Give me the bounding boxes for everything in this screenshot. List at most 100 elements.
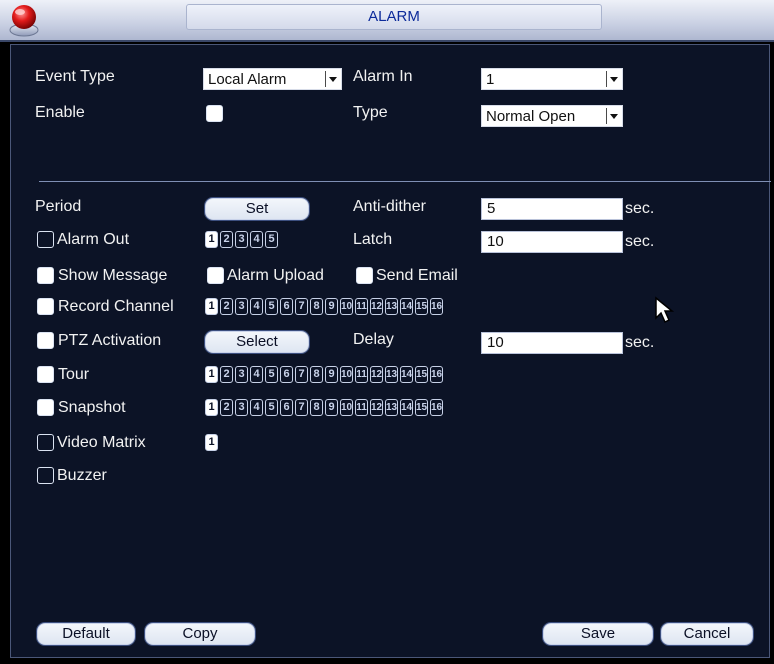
channel-toggle-12[interactable]: 12: [370, 366, 383, 383]
channel-toggle-6[interactable]: 6: [280, 298, 293, 315]
channel-toggle-2[interactable]: 2: [220, 231, 233, 248]
alarm-out-channels: 12345: [205, 231, 335, 248]
cancel-button[interactable]: Cancel: [661, 623, 753, 645]
type-select[interactable]: Normal Open: [481, 105, 623, 127]
tour-channels: 1 2 3 4 5 6 7 8 9 10 11 12 13 14 15 16: [205, 366, 605, 383]
red-orb-logo-icon: [9, 5, 39, 37]
snapshot-checkbox[interactable]: [37, 399, 54, 416]
channel-toggle-3[interactable]: 3: [235, 231, 248, 248]
ptz-activation-label: PTZ Activation: [58, 332, 162, 349]
latch-input[interactable]: 10: [481, 231, 623, 253]
video-matrix-checkbox[interactable]: [37, 434, 54, 451]
mouse-pointer-icon: [655, 296, 675, 324]
channel-toggle-1[interactable]: 1: [205, 231, 218, 248]
channel-toggle-9[interactable]: 9: [325, 399, 338, 416]
channel-toggle-15[interactable]: 15: [415, 366, 428, 383]
alarm-window: ALARM Event Type Local Alarm Alarm In 1 …: [0, 0, 774, 664]
channel-toggle-11[interactable]: 11: [355, 399, 368, 416]
channel-toggle-10[interactable]: 10: [340, 298, 353, 315]
channel-toggle-8[interactable]: 8: [310, 298, 323, 315]
channel-toggle-4[interactable]: 4: [250, 231, 263, 248]
channel-toggle-9[interactable]: 9: [325, 298, 338, 315]
alarm-in-value: 1: [486, 71, 495, 88]
channel-number-group: 12345: [205, 231, 278, 248]
channel-toggle-2[interactable]: 2: [220, 298, 233, 315]
channel-toggle-12[interactable]: 12: [370, 298, 383, 315]
period-label: Period: [35, 198, 82, 215]
channel-toggle-15[interactable]: 15: [415, 298, 428, 315]
channel-toggle-14[interactable]: 14: [400, 298, 413, 315]
channel-toggle-13[interactable]: 13: [385, 399, 398, 416]
ptz-activation-checkbox[interactable]: [37, 332, 54, 349]
ptz-select-button[interactable]: Select: [205, 331, 309, 353]
channel-toggle-11[interactable]: 11: [355, 298, 368, 315]
buzzer-checkbox[interactable]: [37, 467, 54, 484]
channel-toggle-4[interactable]: 4: [250, 399, 263, 416]
channel-toggle-16[interactable]: 16: [430, 366, 443, 383]
channel-toggle-12[interactable]: 12: [370, 399, 383, 416]
channel-toggle-9[interactable]: 9: [325, 366, 338, 383]
channel-toggle-5[interactable]: 5: [265, 366, 278, 383]
channel-toggle-7[interactable]: 7: [295, 298, 308, 315]
channel-toggle-16[interactable]: 16: [430, 298, 443, 315]
channel-toggle-13[interactable]: 13: [385, 298, 398, 315]
tour-checkbox[interactable]: [37, 366, 54, 383]
anti-dither-input[interactable]: 5: [481, 198, 623, 220]
channel-toggle-3[interactable]: 3: [235, 399, 248, 416]
chevron-down-icon: [606, 71, 620, 87]
save-button[interactable]: Save: [543, 623, 653, 645]
channel-toggle-10[interactable]: 10: [340, 399, 353, 416]
channel-toggle-2[interactable]: 2: [220, 399, 233, 416]
channel-toggle-2[interactable]: 2: [220, 366, 233, 383]
channel-toggle-14[interactable]: 14: [400, 399, 413, 416]
type-label: Type: [353, 104, 388, 121]
event-type-label: Event Type: [35, 68, 115, 85]
channel-number-group: 1 2 3 4 5 6 7 8 9 10 11 12 13 14 15 16: [205, 399, 443, 416]
channel-toggle-11[interactable]: 11: [355, 366, 368, 383]
channel-toggle-1[interactable]: 1: [205, 366, 218, 383]
channel-toggle-14[interactable]: 14: [400, 366, 413, 383]
snapshot-label: Snapshot: [58, 399, 126, 416]
alarm-settings-panel: Event Type Local Alarm Alarm In 1 Enable…: [10, 44, 771, 658]
alarm-in-select[interactable]: 1: [481, 68, 623, 90]
channel-toggle-4[interactable]: 4: [250, 366, 263, 383]
channel-toggle-5[interactable]: 5: [265, 399, 278, 416]
latch-unit: sec.: [625, 233, 655, 250]
anti-dither-label: Anti-dither: [353, 198, 426, 215]
channel-toggle-7[interactable]: 7: [295, 399, 308, 416]
alarm-upload-checkbox[interactable]: [207, 267, 224, 284]
channel-toggle-5[interactable]: 5: [265, 231, 278, 248]
send-email-checkbox[interactable]: [356, 267, 373, 284]
record-channel-label: Record Channel: [58, 298, 174, 315]
channel-toggle-1[interactable]: 1: [205, 298, 218, 315]
channel-number-group: 1: [205, 434, 218, 451]
anti-dither-unit: sec.: [625, 200, 655, 217]
event-type-select[interactable]: Local Alarm: [203, 68, 342, 90]
channel-toggle-6[interactable]: 6: [280, 399, 293, 416]
channel-toggle-1[interactable]: 1: [205, 399, 218, 416]
channel-toggle-10[interactable]: 10: [340, 366, 353, 383]
channel-toggle-6[interactable]: 6: [280, 366, 293, 383]
channel-toggle-3[interactable]: 3: [235, 366, 248, 383]
chevron-down-icon: [325, 71, 339, 87]
default-button[interactable]: Default: [37, 623, 135, 645]
alarm-out-checkbox[interactable]: [37, 231, 54, 248]
channel-toggle-4[interactable]: 4: [250, 298, 263, 315]
channel-toggle-5[interactable]: 5: [265, 298, 278, 315]
enable-label: Enable: [35, 104, 85, 121]
channel-toggle-15[interactable]: 15: [415, 399, 428, 416]
channel-toggle-7[interactable]: 7: [295, 366, 308, 383]
channel-toggle-8[interactable]: 8: [310, 366, 323, 383]
copy-button[interactable]: Copy: [145, 623, 255, 645]
channel-toggle-3[interactable]: 3: [235, 298, 248, 315]
event-type-value: Local Alarm: [208, 71, 287, 88]
channel-toggle-16[interactable]: 16: [430, 399, 443, 416]
delay-input[interactable]: 10: [481, 332, 623, 354]
record-channel-checkbox[interactable]: [37, 298, 54, 315]
period-set-button[interactable]: Set: [205, 198, 309, 220]
channel-toggle-1[interactable]: 1: [205, 434, 218, 451]
show-message-checkbox[interactable]: [37, 267, 54, 284]
channel-toggle-13[interactable]: 13: [385, 366, 398, 383]
enable-checkbox[interactable]: [206, 105, 223, 122]
channel-toggle-8[interactable]: 8: [310, 399, 323, 416]
